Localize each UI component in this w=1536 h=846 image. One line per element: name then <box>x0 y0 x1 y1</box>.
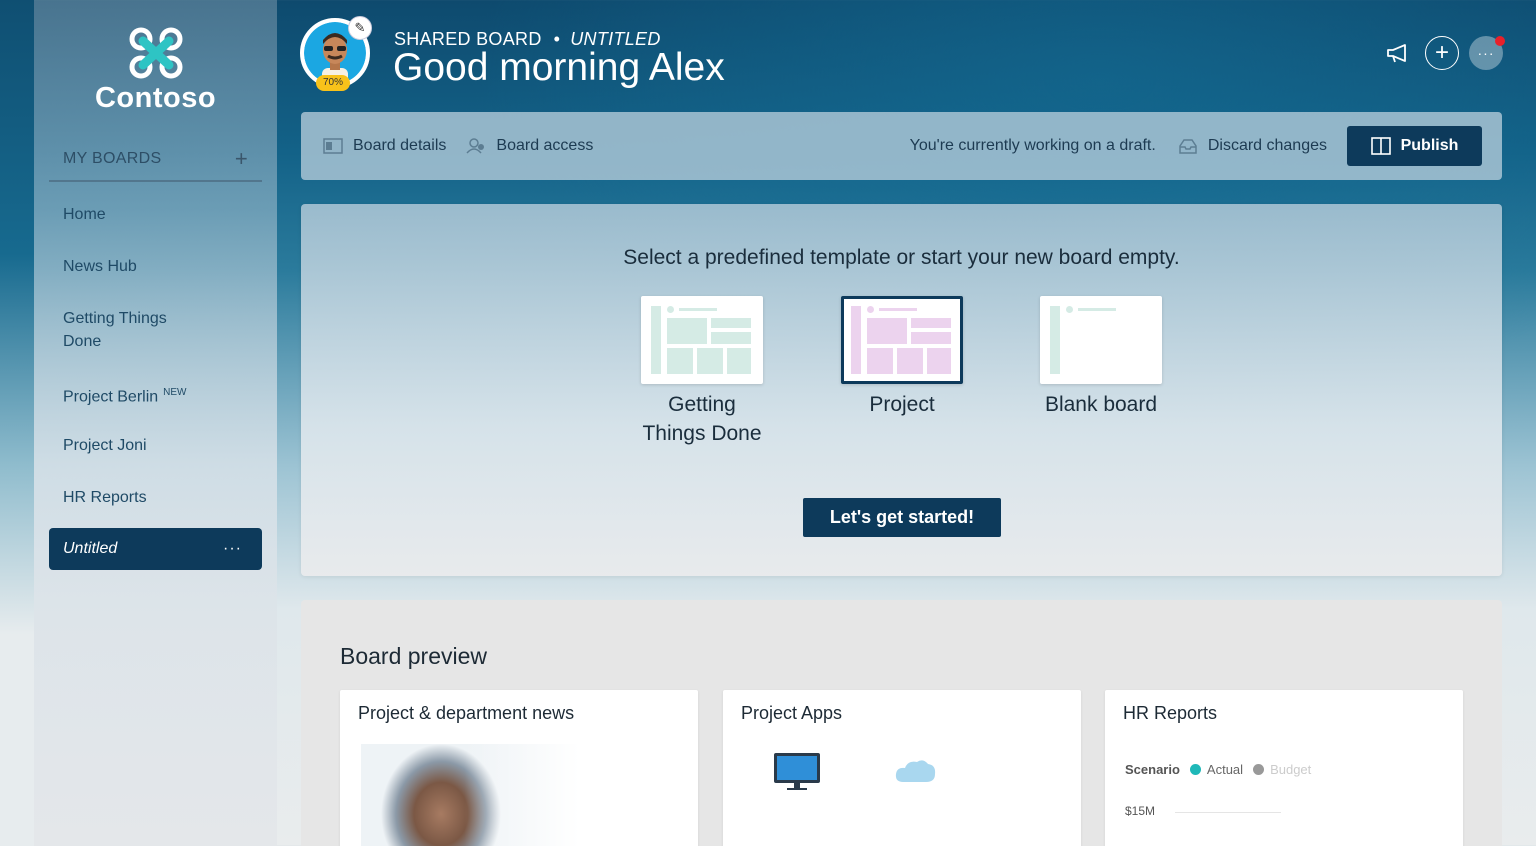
people-icon <box>466 138 485 154</box>
template-panel: Select a predefined template or start yo… <box>301 204 1502 576</box>
news-image <box>361 744 591 846</box>
get-started-button[interactable]: Let's get started! <box>803 498 1001 537</box>
preview-title: Board preview <box>340 643 488 669</box>
template-blank-board[interactable]: Blank board <box>1040 296 1162 419</box>
progress-badge: 70% <box>316 75 350 91</box>
sidebar-item-label: Untitled <box>63 540 118 557</box>
template-label: Getting Things Done <box>642 393 762 445</box>
discard-label: Discard changes <box>1207 137 1327 154</box>
discard-icon <box>1179 139 1197 154</box>
more-options-icon[interactable]: ··· <box>223 540 242 558</box>
board-details-label: Board details <box>353 137 447 154</box>
template-thumbnail <box>641 296 763 384</box>
chart-legend: Scenario Actual Budget <box>1125 762 1311 777</box>
sidebar: Contoso MY BOARDS + Home News Hub Gettin… <box>34 0 277 846</box>
sidebar-item-home[interactable]: Home <box>63 203 263 226</box>
monitor-icon[interactable] <box>773 752 821 792</box>
template-prompt: Select a predefined template or start yo… <box>623 246 1180 269</box>
sidebar-item-label: Project Berlin <box>63 388 159 406</box>
new-badge: NEW <box>163 387 187 398</box>
more-icon[interactable]: ··· <box>1469 36 1505 70</box>
pencil-icon[interactable]: ✎ <box>348 16 372 40</box>
megaphone-icon[interactable] <box>1381 36 1415 70</box>
notification-dot <box>1495 36 1505 46</box>
legend-dot-actual <box>1189 764 1201 775</box>
sidebar-item-project-joni[interactable]: Project Joni <box>63 434 263 457</box>
discard-changes-button[interactable]: Discard changes <box>1178 137 1327 155</box>
background-strip <box>0 0 34 846</box>
preview-card-news[interactable]: Project & department news <box>340 690 698 846</box>
axis-value: $15M <box>1125 804 1156 818</box>
legend-budget: Budget <box>1270 762 1312 777</box>
user-avatar[interactable]: 70% ✎ <box>300 16 372 91</box>
sidebar-item-untitled[interactable]: Untitled ··· <box>49 528 262 570</box>
sidebar-item-news-hub[interactable]: News Hub <box>63 255 263 278</box>
template-thumbnail <box>841 296 963 384</box>
legend-actual: Actual <box>1206 762 1244 777</box>
details-icon <box>323 138 343 154</box>
template-project[interactable]: Project <box>841 296 963 419</box>
header-actions: + ··· <box>1381 36 1505 70</box>
brand-name: Contoso <box>94 82 217 114</box>
add-icon[interactable]: + <box>1425 36 1459 70</box>
my-boards-label: MY BOARDS <box>63 150 162 167</box>
template-thumbnail <box>1040 296 1162 384</box>
card-title: Project Apps <box>741 703 843 723</box>
publish-label: Publish <box>1400 137 1459 154</box>
sidebar-item-project-berlin[interactable]: Project Berlin NEW <box>63 381 263 408</box>
publish-button[interactable]: Publish <box>1347 126 1482 166</box>
card-title: Project & department news <box>358 703 575 723</box>
preview-card-hr-reports[interactable]: HR Reports Scenario Actual Budget $15M <box>1105 690 1463 846</box>
sidebar-item-hr-reports[interactable]: HR Reports <box>63 486 263 509</box>
board-preview: Board preview Project & department news … <box>301 600 1502 846</box>
plus-icon[interactable]: + <box>235 146 248 172</box>
template-getting-things-done[interactable]: Getting Things Done <box>641 296 763 448</box>
template-label: Project <box>869 393 935 416</box>
book-icon <box>1370 137 1391 155</box>
board-toolbar: Board details Board access You're curren… <box>301 112 1502 180</box>
gridline <box>1175 812 1281 813</box>
sidebar-item-getting-things-done[interactable]: Getting Things Done <box>63 307 193 353</box>
page-title: Good morning Alex <box>393 46 725 89</box>
card-title: HR Reports <box>1123 703 1218 723</box>
template-label: Blank board <box>1044 393 1158 416</box>
board-access-button[interactable]: Board access <box>466 137 593 155</box>
my-boards-header: MY BOARDS + <box>49 138 262 182</box>
brand-logo[interactable]: Contoso <box>34 26 277 115</box>
board-details-button[interactable]: Board details <box>323 137 446 155</box>
draft-notice: You're currently working on a draft. <box>909 137 1156 154</box>
board-access-label: Board access <box>496 137 594 154</box>
preview-card-apps[interactable]: Project Apps <box>723 690 1081 846</box>
legend-dot-budget <box>1253 764 1265 775</box>
drone-logo-icon <box>129 27 182 79</box>
cloud-icon[interactable] <box>893 756 937 786</box>
legend-label: Scenario <box>1125 762 1180 777</box>
